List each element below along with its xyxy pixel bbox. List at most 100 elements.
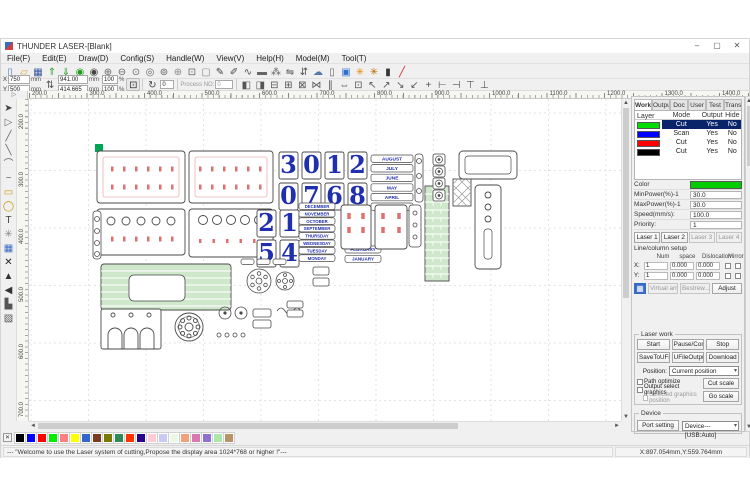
- dislocation-field[interactable]: 0.000: [696, 262, 720, 270]
- mirror-v-checkbox[interactable]: [735, 263, 741, 269]
- laser-select-button[interactable]: Laser 3: [689, 232, 715, 243]
- x-position-field[interactable]: 750: [8, 75, 30, 84]
- download-button[interactable]: Download: [706, 352, 739, 363]
- align-icon[interactable]: ∥: [323, 78, 337, 91]
- layer-color-bar[interactable]: [690, 181, 742, 189]
- palette-swatch[interactable]: [114, 433, 124, 443]
- palette-swatch[interactable]: [191, 433, 201, 443]
- close-button[interactable]: ✕: [727, 39, 747, 53]
- palette-swatch[interactable]: [103, 433, 113, 443]
- menu-item[interactable]: Model(M): [290, 54, 336, 63]
- align-icon[interactable]: ◨: [253, 78, 267, 91]
- palette-swatch[interactable]: [224, 433, 234, 443]
- selected-graphics-position-checkbox[interactable]: [643, 395, 648, 401]
- palette-swatch[interactable]: [37, 433, 47, 443]
- triangle-up-icon[interactable]: ▲: [2, 269, 16, 282]
- panel-right-mid-2[interactable]: [375, 205, 407, 249]
- draw-red-line-icon[interactable]: ╱: [395, 65, 409, 78]
- mirror-v-icon[interactable]: ⇵: [297, 65, 311, 78]
- right-outline-pieces[interactable]: [459, 151, 517, 269]
- design-canvas[interactable]: 3 0 1 2 0 7 6 8 2: [29, 99, 621, 421]
- palette-swatch[interactable]: [92, 433, 102, 443]
- node-tree-icon[interactable]: ⁂: [269, 65, 283, 78]
- align-icon[interactable]: ⊠: [295, 78, 309, 91]
- small-pieces-row[interactable]: [241, 259, 286, 265]
- polyline-tool-icon[interactable]: ╲: [2, 143, 16, 156]
- port-setting-button[interactable]: Port setting: [637, 420, 679, 431]
- align-icon[interactable]: ⊢: [435, 78, 449, 91]
- label-tags-middle[interactable]: DECEMBER NOVEMBER OCTOBER SEPTEMBER THUR…: [299, 203, 335, 261]
- panel-tab[interactable]: Doc: [670, 99, 688, 110]
- param-value-field[interactable]: 100.0: [690, 211, 742, 219]
- align-icon[interactable]: ⊥: [477, 78, 491, 91]
- zoom-window-icon[interactable]: ⊙: [129, 65, 143, 78]
- menu-item[interactable]: Tool(T): [336, 54, 373, 63]
- mirror-h-icon[interactable]: ⇋: [283, 65, 297, 78]
- num-field[interactable]: 1: [644, 262, 668, 270]
- menu-item[interactable]: Draw(D): [73, 54, 115, 63]
- no-color-button[interactable]: ✕: [3, 433, 12, 442]
- go-scale-button[interactable]: Go scale: [703, 391, 739, 402]
- layer-row[interactable]: Cut Yes No: [635, 138, 741, 147]
- ruler-corner[interactable]: ▷: [1, 91, 28, 99]
- zoom-fit-icon[interactable]: ◎: [143, 65, 157, 78]
- maximize-button[interactable]: ▢: [707, 39, 727, 53]
- node-edit-icon[interactable]: ▷: [2, 115, 16, 128]
- palette-swatch[interactable]: [15, 433, 25, 443]
- laser-select-button[interactable]: Laser 4: [716, 232, 742, 243]
- position-select[interactable]: Current position: [669, 366, 739, 376]
- mirror-v-checkbox[interactable]: [735, 273, 741, 279]
- cloud-icon[interactable]: ☁: [311, 65, 325, 78]
- rotate-field[interactable]: 0: [160, 80, 174, 89]
- laser-select-button[interactable]: Laser 1: [634, 232, 660, 243]
- mirror-h-checkbox[interactable]: [725, 273, 731, 279]
- output-select-graphics-checkbox[interactable]: [637, 387, 643, 393]
- zoom-select-icon[interactable]: ⊚: [157, 65, 171, 78]
- size-lock-icon[interactable]: ⇅: [43, 78, 57, 91]
- large-gear-piece[interactable]: [175, 313, 203, 341]
- palette-swatch[interactable]: [125, 433, 135, 443]
- align-icon[interactable]: +: [421, 78, 435, 91]
- panel-scrollbar[interactable]: ▲ ▼: [745, 96, 750, 432]
- palette-swatch[interactable]: [81, 433, 91, 443]
- strip-piece[interactable]: [409, 205, 421, 247]
- device-select[interactable]: Device---[USB:Auto]: [682, 421, 739, 431]
- zoom-page-icon[interactable]: ⊕: [171, 65, 185, 78]
- number-tiles-left[interactable]: 2 1 5 4: [257, 208, 299, 267]
- palette-swatch[interactable]: [48, 433, 58, 443]
- virtual-array-button[interactable]: Virtual array: [648, 283, 678, 294]
- param-value-field[interactable]: 30.0: [690, 201, 742, 209]
- pause-continue-button[interactable]: Pause/Continue: [672, 339, 705, 350]
- align-icon[interactable]: ↖: [365, 78, 379, 91]
- menu-item[interactable]: Help(H): [250, 54, 290, 63]
- layer-color-swatch[interactable]: [637, 131, 660, 138]
- minimize-button[interactable]: –: [687, 39, 707, 53]
- laser-position-icon[interactable]: ✳: [353, 65, 367, 78]
- palette-swatch[interactable]: [202, 433, 212, 443]
- param-value-field[interactable]: 30.0: [690, 191, 742, 199]
- panel-top-mid-1[interactable]: [189, 151, 273, 203]
- save-to-ufile-button[interactable]: SaveToUFile: [637, 352, 670, 363]
- panel-tab[interactable]: Output: [652, 99, 670, 110]
- adjust-button[interactable]: Adjust: [712, 283, 742, 294]
- layer-row[interactable]: Cut Yes No: [635, 147, 741, 156]
- vertical-scrollbar-thumb[interactable]: [623, 108, 629, 298]
- panel-top-left-2[interactable]: [97, 209, 185, 255]
- align-icon[interactable]: ⊟: [267, 78, 281, 91]
- text-tool-icon[interactable]: T: [2, 213, 16, 226]
- laser-path-icon[interactable]: ✳: [367, 65, 381, 78]
- horizontal-scrollbar-thumb[interactable]: [38, 423, 458, 429]
- pick-pen-icon[interactable]: ✐: [227, 65, 241, 78]
- align-icon[interactable]: ↙: [407, 78, 421, 91]
- zoom-frame-icon[interactable]: ⊡: [185, 65, 199, 78]
- panel-tab[interactable]: Transform: [724, 99, 742, 110]
- mirror-h-checkbox[interactable]: [725, 263, 731, 269]
- engraved-green-panel[interactable]: [101, 264, 231, 310]
- align-icon[interactable]: ↘: [393, 78, 407, 91]
- palette-swatch[interactable]: [213, 433, 223, 443]
- panel-right-mid-1[interactable]: [341, 205, 371, 249]
- param-value-field[interactable]: 1: [690, 221, 742, 229]
- lock-icon[interactable]: ⊡: [126, 78, 140, 91]
- align-icon[interactable]: ⊣: [449, 78, 463, 91]
- menu-item[interactable]: Edit(E): [36, 54, 72, 63]
